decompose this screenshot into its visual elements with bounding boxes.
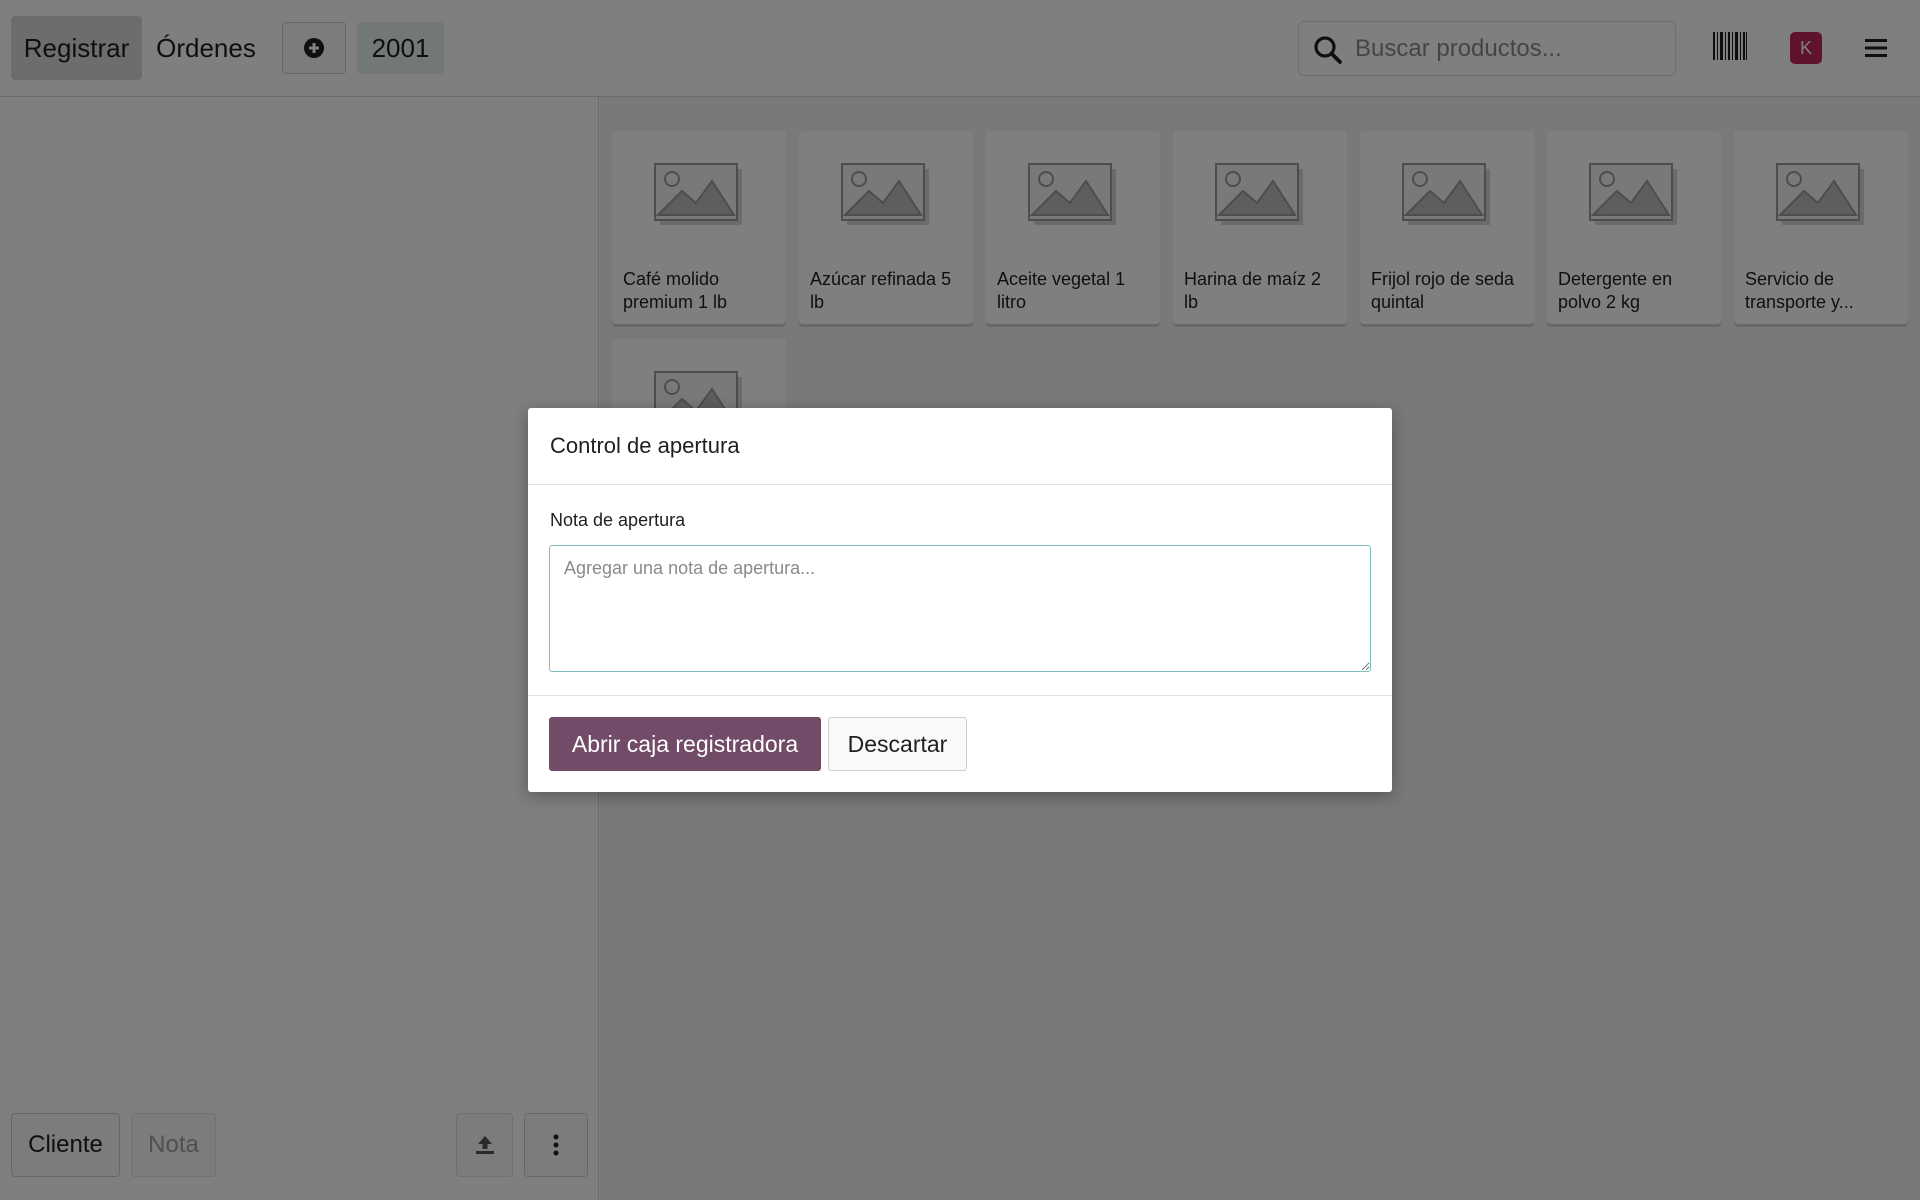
- dialog-footer: Abrir caja registradora Descartar: [528, 695, 1392, 792]
- opening-control-dialog: Control de apertura Nota de apertura Abr…: [528, 408, 1392, 792]
- discard-button[interactable]: Descartar: [828, 717, 967, 771]
- opening-note-textarea[interactable]: [549, 545, 1371, 672]
- dialog-title: Control de apertura: [550, 433, 740, 458]
- dialog-header: Control de apertura: [528, 408, 1392, 485]
- open-register-button[interactable]: Abrir caja registradora: [549, 717, 821, 771]
- opening-note-label: Nota de apertura: [550, 510, 686, 530]
